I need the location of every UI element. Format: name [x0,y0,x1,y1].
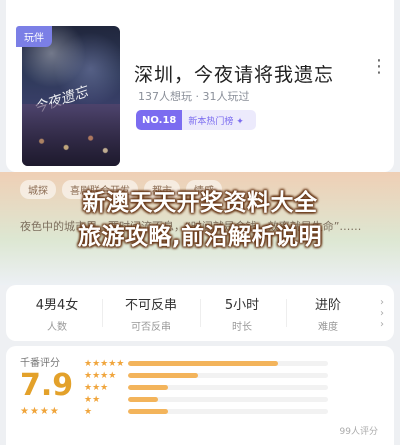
rating-stars: ★★★★ [20,406,60,417]
bar-stars: ★ [84,406,93,417]
rank-badge[interactable]: NO.18 新本热门榜 ✦ [136,110,256,130]
stat-label: 可否反串 [131,322,171,333]
bar-track [128,385,328,390]
bar-track [128,409,328,414]
bar-stars: ★★ [84,394,101,405]
rating-score: 7.9 [20,368,74,403]
bar-fill [128,385,168,390]
rating-card[interactable]: 千番评分 7.9 ★★★★ ★★★★★ ★★★★ ★★★ ★★ ★ 99人评分 [6,346,394,445]
stat-value: 进阶 [314,298,341,313]
bar-track [128,397,328,402]
bar-fill [128,397,158,402]
bar-fill [128,373,198,378]
bar-fill [128,409,168,414]
stat-players: 4男4女 人数 [16,285,98,341]
more-options-icon[interactable]: ⋮ [370,58,388,76]
play-stats: 137人想玩 · 31人玩过 [138,90,250,103]
rank-label: 新本热门榜 ✦ [188,116,244,127]
rating-bar-row: ★ [84,406,328,417]
book-card: 玩伴 今夜遗忘 深圳，今夜请将我遗忘 ⋮ 137人想玩 · 31人玩过 NO.1… [6,0,394,172]
cover-city-lights [22,104,120,166]
headline-line-1: 新澳天天开奖资料大全 [82,190,318,216]
bar-fill [128,361,278,366]
stat-duration: 5小时 时长 [202,285,282,341]
stat-crossplay: 不可反串 可否反串 [106,285,196,341]
book-title: 深圳，今夜请将我遗忘 [134,64,335,86]
headline-line-2: 旅游攻略,前沿解析说明 [77,224,323,250]
rating-bar-row: ★★ [84,394,328,405]
rating-bar-row: ★★★★ [84,370,328,381]
stat-label: 人数 [47,322,67,333]
stat-value: 4男4女 [35,298,79,313]
rating-distribution: ★★★★★ ★★★★ ★★★ ★★ ★ [84,358,328,418]
stat-label: 难度 [318,322,338,333]
bar-stars: ★★★ [84,382,109,393]
stat-value: 5小时 [224,298,260,313]
expand-chevron-icon[interactable]: › › › [380,297,384,330]
bar-track [128,361,328,366]
stat-divider [102,299,103,327]
stat-divider [286,299,287,327]
stat-difficulty: 进阶 难度 [290,285,366,341]
stat-label: 时长 [232,322,252,333]
rating-label: 千番评分 [20,358,60,369]
genre-tag: 玩伴 [16,26,52,47]
book-cover[interactable]: 今夜遗忘 [22,26,120,166]
bar-stars: ★★★★★ [84,358,125,369]
stats-card: 4男4女 人数 不可反串 可否反串 5小时 时长 进阶 难度 › › › [6,285,394,341]
rating-bar-row: ★★★ [84,382,328,393]
overlay-headline: 新澳天天开奖资料大全 旅游攻略,前沿解析说明 [10,186,390,254]
stat-value: 不可反串 [124,298,177,313]
rating-bar-row: ★★★★★ [84,358,328,369]
bar-track [128,373,328,378]
stat-divider [200,299,201,327]
rank-number: NO.18 [136,110,183,130]
bar-stars: ★★★★ [84,370,117,381]
rating-count: 99人评分 [339,427,378,437]
